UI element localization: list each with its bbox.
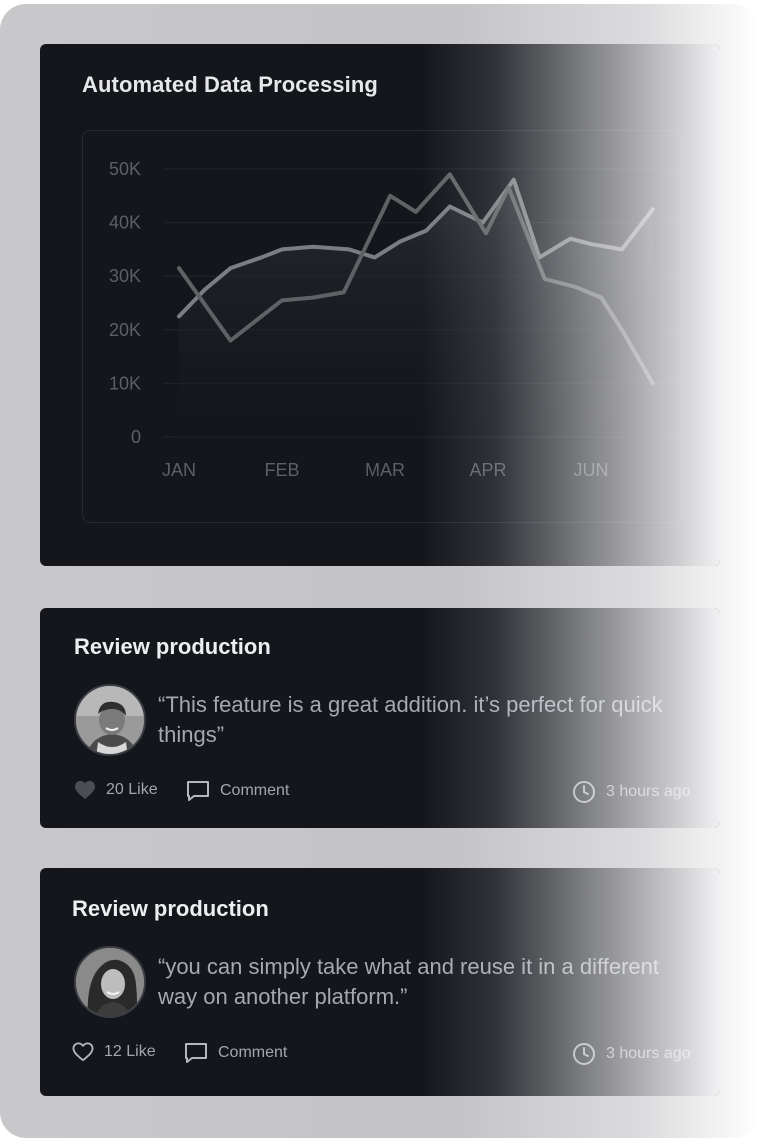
like-button[interactable]: 20 Like [74, 780, 158, 800]
y-tick-label: 30K [109, 266, 141, 286]
comment-button[interactable]: Comment [184, 1042, 287, 1064]
avatar [74, 946, 146, 1018]
x-tick-label: JUN [574, 460, 609, 480]
x-tick-label: JAN [162, 460, 196, 480]
review-title: Review production [72, 896, 269, 921]
comment-button[interactable]: Comment [186, 780, 289, 802]
y-tick-label: 40K [109, 213, 141, 233]
chart-title: Automated Data Processing [82, 72, 378, 97]
review-card: Review production “This feature is a gre… [40, 608, 720, 828]
heart-icon [75, 780, 95, 800]
x-tick-label: APR [469, 460, 506, 480]
timestamp: 3 hours ago [572, 1042, 691, 1066]
y-tick-label: 10K [109, 373, 141, 393]
comment-icon [187, 781, 209, 801]
y-tick-label: 20K [109, 320, 141, 340]
plot-area: 50K 40K 30K 20K 10K 0 JAN FEB MAR APR JUN [82, 130, 683, 523]
review-title: Review production [74, 634, 271, 659]
avatar [74, 684, 146, 756]
like-button[interactable]: 12 Like [72, 1042, 156, 1062]
like-count: 20 Like [106, 781, 158, 798]
like-count: 12 Like [104, 1043, 156, 1060]
comment-icon [185, 1043, 207, 1063]
chart-card: Automated Data Processing 50K 40K 30K 20K 10… [40, 44, 720, 566]
review-quote: “This feature is a great addition. it’s … [158, 692, 663, 747]
timestamp: 3 hours ago [572, 780, 691, 804]
x-tick-label: MAR [365, 460, 405, 480]
comment-label: Comment [220, 782, 290, 799]
heart-outline-icon [72, 1042, 94, 1062]
line-chart: 50K 40K 30K 20K 10K 0 JAN FEB MAR APR JUN [109, 159, 683, 480]
comment-label: Comment [218, 1044, 288, 1061]
time-label: 3 hours ago [606, 1045, 691, 1062]
y-tick-label: 0 [131, 427, 141, 447]
clock-icon [573, 781, 595, 803]
x-tick-label: FEB [264, 460, 299, 480]
review-card: Review production “you can simply take w… [40, 868, 720, 1096]
series-area [179, 179, 653, 437]
review-quote: “you can simply take what and reuse it i… [158, 954, 659, 1009]
y-tick-label: 50K [109, 159, 141, 179]
clock-icon [573, 1043, 595, 1065]
time-label: 3 hours ago [606, 783, 691, 800]
